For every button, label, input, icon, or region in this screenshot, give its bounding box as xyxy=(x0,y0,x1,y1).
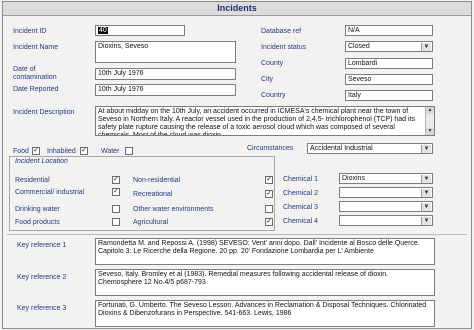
key-reference-3-field[interactable]: Fortunati, G. Umberto. The Seveso Lesson… xyxy=(95,300,435,327)
chemical-1-value: Dioxins xyxy=(342,175,365,182)
location-residential-checkbox[interactable]: ✓ xyxy=(112,176,120,184)
chemical-4-label: Chemical 4 xyxy=(283,218,319,225)
location-recreational-label: Recreational xyxy=(133,191,173,198)
chevron-down-icon[interactable]: ▼ xyxy=(421,189,431,197)
location-commercial-label: Commercial/ industrial xyxy=(15,189,85,196)
chevron-down-icon[interactable]: ▼ xyxy=(421,203,431,211)
chevron-down-icon[interactable]: ▼ xyxy=(421,43,431,51)
country-label: Country xyxy=(261,92,286,99)
key-reference-3-value: Fortunati, G. Umberto. The Seveso Lesson… xyxy=(98,302,427,317)
chemical-1-label: Chemical 1 xyxy=(283,176,319,183)
description-value: At about midday on the 10th July, an acc… xyxy=(98,108,415,136)
incident-name-label: Incident Name xyxy=(13,44,59,51)
location-drinking-water-label: Drinking water xyxy=(15,206,60,213)
country-value: Italy xyxy=(348,92,361,99)
incident-status-value: Closed xyxy=(348,43,370,50)
water-label: Water xyxy=(101,148,120,155)
incident-status-select[interactable]: Closed ▼ xyxy=(345,41,433,52)
incident-id-value: 40 xyxy=(98,27,108,34)
chevron-down-icon[interactable]: ▼ xyxy=(421,145,431,153)
chemical-2-select[interactable]: ▼ xyxy=(339,187,433,198)
location-nonresidential-checkbox[interactable]: ✓ xyxy=(265,176,273,184)
city-label: City xyxy=(261,76,274,83)
circumstances-label: Circumstances xyxy=(247,145,294,152)
date-reported-field[interactable]: 10th July 1976 xyxy=(95,84,236,96)
key-reference-1-label: Key reference 1 xyxy=(17,242,67,249)
location-food-products-checkbox[interactable] xyxy=(112,218,120,226)
location-drinking-water-checkbox[interactable] xyxy=(112,205,120,213)
circumstances-select[interactable]: Accidental Industrial ▼ xyxy=(307,143,433,154)
key-reference-1-field[interactable]: Ramondetta M. and Repossi A. (1998) SEVE… xyxy=(95,238,435,265)
incident-location-title: Incident Location xyxy=(15,158,68,165)
date-contamination-label: Date of contamination xyxy=(13,66,57,81)
incident-id-field[interactable]: 40 xyxy=(95,25,185,36)
key-reference-2-value: Seveso, Italy. Bromley et al (1983). Rem… xyxy=(98,271,389,286)
description-field[interactable]: At about midday on the 10th July, an acc… xyxy=(95,106,435,136)
date-contamination-field[interactable]: 10th July 1976 xyxy=(95,68,236,80)
incident-status-label: Incident status xyxy=(261,44,307,51)
chevron-down-icon[interactable]: ▼ xyxy=(421,175,431,183)
food-label: Food xyxy=(13,148,29,155)
location-agricultural-label: Agricultural xyxy=(133,219,169,226)
city-value: Seveso xyxy=(348,76,372,83)
incident-name-value: Dioxins, Seveso xyxy=(98,43,149,50)
scroll-up-icon[interactable]: ▲ xyxy=(426,107,434,114)
date-contamination-value: 10th July 1976 xyxy=(98,70,144,77)
chemical-3-select[interactable]: ▼ xyxy=(339,201,433,212)
chemical-4-select[interactable]: ▼ xyxy=(339,215,433,226)
country-field[interactable]: Italy xyxy=(345,90,433,101)
database-ref-value: N/A xyxy=(348,27,360,34)
water-checkbox[interactable] xyxy=(125,147,133,155)
key-reference-2-field[interactable]: Seveso, Italy. Bromley et al (1983). Rem… xyxy=(95,269,435,296)
date-reported-value: 10th July 1976 xyxy=(98,86,144,93)
chemical-3-label: Chemical 3 xyxy=(283,204,319,211)
key-reference-1-value: Ramondetta M. and Repossi A. (1998) SEVE… xyxy=(98,240,420,255)
key-reference-2-label: Key reference 2 xyxy=(17,274,67,281)
section-divider xyxy=(7,234,467,235)
location-residential-label: Residential xyxy=(15,177,50,184)
inhabited-checkbox[interactable]: ✓ xyxy=(80,147,88,155)
location-agricultural-checkbox[interactable]: ✓ xyxy=(265,218,273,226)
incident-name-field[interactable]: Dioxins, Seveso xyxy=(95,41,236,63)
database-ref-field[interactable]: N/A xyxy=(345,25,433,36)
inhabited-label: Inhabited xyxy=(47,148,76,155)
incident-id-label: Incident ID xyxy=(13,28,47,35)
county-label: County xyxy=(261,60,284,67)
description-label: Incident Description xyxy=(13,109,75,116)
database-ref-label: Database ref xyxy=(261,28,302,35)
location-commercial-checkbox[interactable]: ✓ xyxy=(112,188,120,196)
chevron-down-icon[interactable]: ▼ xyxy=(421,217,431,225)
date-reported-label: Date Reported xyxy=(13,86,59,93)
city-field[interactable]: Seveso xyxy=(345,74,433,85)
county-field[interactable]: Lombardi xyxy=(345,58,433,69)
location-recreational-checkbox[interactable]: ✓ xyxy=(265,190,273,198)
location-food-products-label: Food products xyxy=(15,219,60,226)
scroll-down-icon[interactable]: ▼ xyxy=(426,128,434,135)
chemical-2-label: Chemical 2 xyxy=(283,190,319,197)
location-other-water-checkbox[interactable] xyxy=(265,205,273,213)
incidents-window: Incidents Incident ID 40 Incident Name D… xyxy=(2,1,472,329)
circumstances-value: Accidental Industrial xyxy=(310,145,373,152)
location-other-water-label: Other water environments xyxy=(133,206,214,213)
description-scrollbar[interactable]: ▲ ▼ xyxy=(425,107,434,135)
food-checkbox[interactable]: ✓ xyxy=(32,147,40,155)
county-value: Lombardi xyxy=(348,60,378,67)
location-nonresidential-label: Non-residential xyxy=(133,177,181,184)
window-title: Incidents xyxy=(3,2,471,16)
key-reference-3-label: Key reference 3 xyxy=(17,305,67,312)
chemical-1-select[interactable]: Dioxins ▼ xyxy=(339,173,433,184)
